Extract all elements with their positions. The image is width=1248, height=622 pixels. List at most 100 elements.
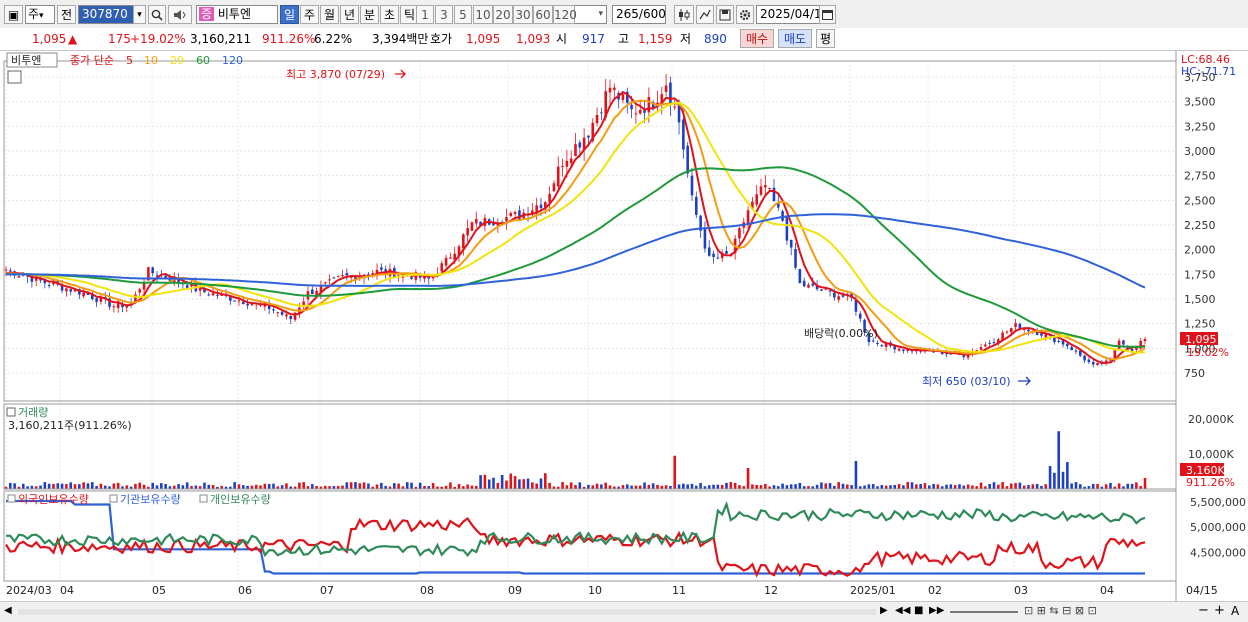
- candle-type-icon[interactable]: [674, 5, 694, 24]
- scroll-track[interactable]: [18, 609, 876, 615]
- market-select[interactable]: 주▾: [25, 5, 55, 24]
- interval-60-button[interactable]: 60: [533, 5, 553, 24]
- market-select-value: 주: [28, 7, 40, 21]
- interval-3-button[interactable]: 3: [435, 5, 453, 24]
- volume-bar: [733, 482, 737, 489]
- interval-5-button[interactable]: 5: [454, 5, 472, 24]
- interval-10-button[interactable]: 10: [473, 5, 493, 24]
- volume-bar: [518, 479, 521, 489]
- volume-bar: [1044, 484, 1048, 489]
- interval-20-button[interactable]: 20: [493, 5, 513, 24]
- save-icon[interactable]: [716, 5, 734, 24]
- forward-icon[interactable]: ▶▶: [929, 605, 944, 616]
- gear-icon[interactable]: [736, 5, 754, 24]
- stop-icon[interactable]: ■: [914, 605, 923, 616]
- prev-button[interactable]: 전: [57, 5, 76, 24]
- candle-body: [565, 160, 569, 167]
- volume-bar: [466, 484, 469, 489]
- low-label: 저: [680, 32, 692, 46]
- count-input[interactable]: 265/600: [612, 5, 666, 24]
- volume-bar: [884, 485, 888, 489]
- open-price: 917: [582, 32, 605, 46]
- volume-bar: [354, 482, 357, 489]
- volume-bar: [664, 485, 668, 489]
- scroll-left-icon[interactable]: ◀: [4, 605, 12, 616]
- candle-body: [151, 267, 154, 274]
- stock-chart[interactable]: 3,7503,5003,2503,0002,7502,5002,2502,000…: [0, 51, 1248, 601]
- eval-button[interactable]: 평: [816, 29, 835, 48]
- volume-bar: [1074, 482, 1078, 489]
- period-5-button[interactable]: 초: [380, 5, 399, 24]
- sell-button[interactable]: 매도: [778, 29, 812, 48]
- volume-bar: [781, 483, 784, 489]
- volume-bar: [958, 484, 961, 489]
- search-icon[interactable]: [148, 5, 166, 24]
- play-icon[interactable]: ▶: [880, 605, 888, 616]
- candle-body: [1087, 359, 1091, 363]
- x-axis-label: 09: [508, 584, 522, 597]
- period-4-button[interactable]: 분: [360, 5, 379, 24]
- candle-body: [707, 247, 711, 256]
- candle-body: [807, 284, 810, 288]
- period-2-button[interactable]: 월: [320, 5, 339, 24]
- quote-bar: 1,095 ▲ 175 +19.02% 3,160,211 911.26% 6.…: [0, 28, 1248, 51]
- volume-title: 거래량: [18, 406, 48, 419]
- volume-bar: [1048, 465, 1052, 489]
- volume-bar: [1143, 477, 1147, 489]
- candle-body: [746, 210, 750, 224]
- zoom-slider[interactable]: [950, 611, 1018, 613]
- candle-body: [246, 303, 249, 306]
- code-dropdown-icon[interactable]: ▾: [133, 5, 146, 24]
- stock-type-badge: 증: [199, 7, 215, 21]
- interval-1-button[interactable]: 1: [416, 5, 434, 24]
- volume-bar: [561, 482, 564, 489]
- volume-bar: [138, 482, 142, 489]
- candle-body: [82, 292, 85, 297]
- volume-bar: [1014, 483, 1017, 489]
- zoom-in-icon[interactable]: +: [1214, 603, 1225, 618]
- buy-button[interactable]: 매수: [740, 29, 774, 48]
- interval-120-button[interactable]: 120: [553, 5, 577, 24]
- period-1-button[interactable]: 주: [300, 5, 319, 24]
- candle-body: [988, 343, 991, 345]
- count-value: 265: [616, 7, 639, 21]
- x-axis-label: 02: [928, 584, 942, 597]
- candle-body: [638, 109, 642, 114]
- volume-bar: [1096, 484, 1099, 489]
- candle-body: [241, 301, 245, 305]
- tool-icons[interactable]: ⊡ ⊞ ⇆ ⊟ ⊠ ⊡: [1024, 604, 1097, 617]
- volume-bar: [73, 484, 77, 489]
- candle-body: [17, 276, 21, 278]
- zoom-out-icon[interactable]: −: [1198, 603, 1209, 618]
- candle-body: [595, 114, 599, 124]
- period-0-button[interactable]: 일: [280, 5, 299, 24]
- calendar-icon[interactable]: [819, 5, 836, 24]
- low-annotation: 최저 650 (03/10): [922, 375, 1011, 388]
- volume-bar: [134, 483, 137, 489]
- x-axis-label: 10: [588, 584, 602, 597]
- candle-body: [785, 217, 789, 241]
- legend-toggle-icon: [199, 494, 208, 503]
- speaker-icon[interactable]: [168, 5, 192, 24]
- candle-body: [336, 276, 340, 278]
- rewind-icon[interactable]: ◀◀: [895, 605, 910, 616]
- current-price: 1,095: [32, 32, 67, 46]
- stock-name-field[interactable]: 증 비투엔: [196, 5, 278, 24]
- volume-bar: [725, 482, 728, 489]
- chart-toolbar: ▣ 주▾ 전 307870 ▾ 증 비투엔 ▾ 265/600 2025/04/…: [0, 0, 1248, 29]
- crosshair-icon[interactable]: [696, 5, 714, 24]
- volume-bar: [880, 485, 884, 489]
- interval-30-button[interactable]: 30: [513, 5, 533, 24]
- candle-body: [229, 297, 232, 301]
- volume-bar: [574, 485, 577, 489]
- volume-bar: [621, 485, 625, 489]
- candle-body: [1122, 340, 1125, 345]
- x-axis-label: 2024/03: [6, 584, 52, 597]
- volume-bar: [962, 485, 966, 489]
- chart-layout-icon[interactable]: ▣: [4, 5, 23, 24]
- volume-bar: [729, 482, 733, 489]
- font-size-icon[interactable]: A: [1231, 604, 1239, 618]
- period-3-button[interactable]: 년: [340, 5, 359, 24]
- volume-bar: [9, 483, 12, 489]
- candle-body: [410, 277, 413, 279]
